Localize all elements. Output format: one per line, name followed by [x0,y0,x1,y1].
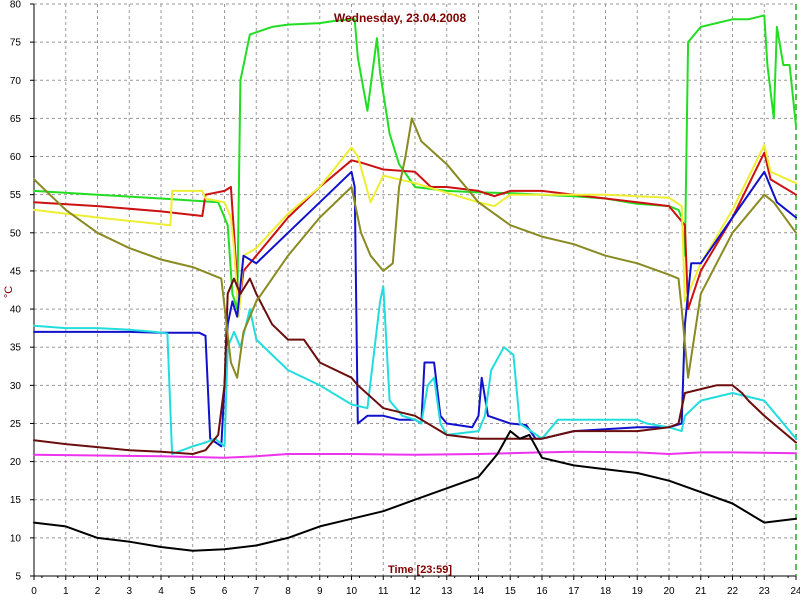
x-tick-label: 14 [473,586,485,597]
x-tick-label: 3 [126,586,132,597]
x-tick-label: 8 [285,586,291,597]
x-tick-label: 13 [441,586,453,597]
x-axis-label: Time [23:59] [388,564,452,576]
y-tick-label: 60 [10,152,22,163]
y-tick-label: 35 [10,343,22,354]
x-tick-label: 17 [568,586,580,597]
y-tick-label: 10 [10,533,22,544]
x-tick-label: 24 [790,586,800,597]
y-tick-label: 70 [10,76,22,87]
x-tick-label: 20 [663,586,675,597]
x-tick-label: 23 [759,586,771,597]
y-tick-label: 25 [10,419,22,430]
x-tick-label: 11 [378,586,389,597]
x-tick-label: 12 [409,586,421,597]
x-tick-label: 22 [727,586,739,597]
x-tick-label: 5 [190,586,196,597]
y-tick-label: 65 [10,114,22,125]
y-tick-label: 5 [15,572,21,583]
y-tick-label: 30 [10,381,22,392]
x-tick-label: 2 [95,586,101,597]
x-tick-label: 19 [632,586,644,597]
x-tick-label: 10 [346,586,358,597]
x-tick-label: 4 [158,586,164,597]
x-tick-label: 9 [317,586,323,597]
x-tick-label: 7 [253,586,259,597]
y-tick-label: 45 [10,266,22,277]
y-tick-label: 50 [10,228,22,239]
chart-title: Wednesday, 23.04.2008 [334,11,467,25]
y-tick-label: 15 [10,495,22,506]
y-tick-label: 75 [10,38,22,49]
x-tick-label: 1 [63,586,69,597]
x-tick-label: 18 [600,586,612,597]
y-tick-label: 20 [10,457,22,468]
line-chart: Wednesday, 23.04.2008 Time [23:59] °C 0 1… [0,0,800,600]
x-tick-label: 0 [31,586,37,597]
y-tick-label: 80 [10,0,22,11]
y-tick-label: 40 [10,305,22,316]
y-axis-label: °C [3,286,15,298]
y-tick-label: 55 [10,190,22,201]
x-tick-label: 15 [505,586,517,597]
x-tick-label: 21 [695,586,707,597]
x-tick-label: 16 [536,586,548,597]
x-tick-label: 6 [222,586,228,597]
